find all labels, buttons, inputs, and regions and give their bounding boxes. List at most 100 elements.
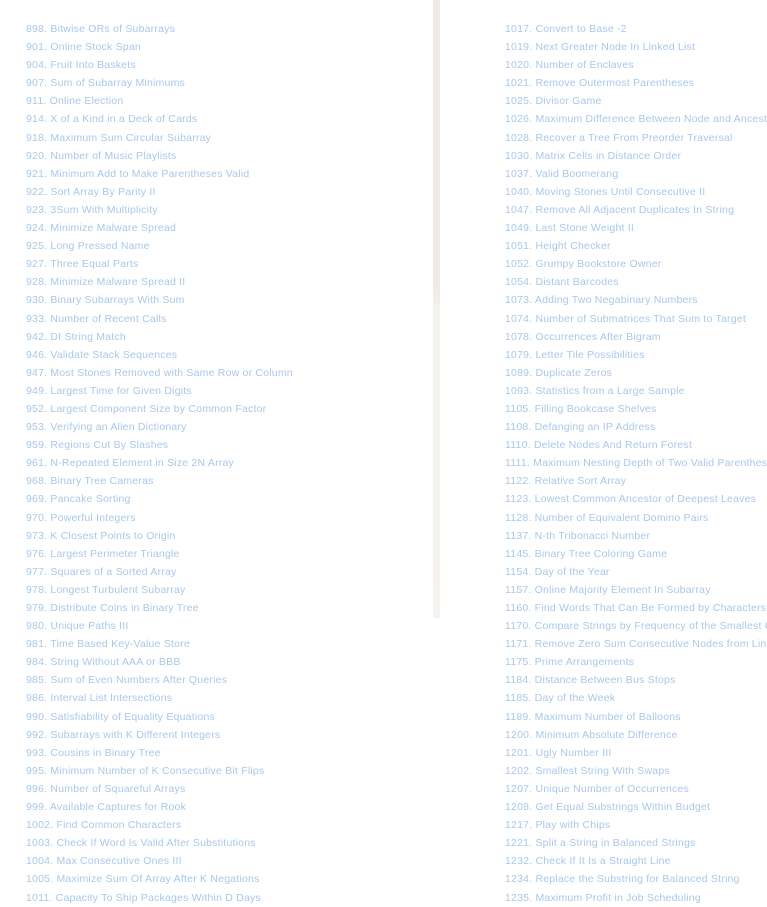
problem-list-item[interactable]: 1201. Ugly Number III <box>505 744 767 762</box>
problem-list-item[interactable]: 1154. Day of the Year <box>505 563 767 581</box>
problem-list-item[interactable]: 1054. Distant Barcodes <box>505 273 767 291</box>
problem-list-item[interactable]: 927. Three Equal Parts <box>26 255 426 273</box>
problem-list-item[interactable]: 973. K Closest Points to Origin <box>26 527 426 545</box>
problem-list-item[interactable]: 1145. Binary Tree Coloring Game <box>505 545 767 563</box>
problem-list-item[interactable]: 1110. Delete Nodes And Return Forest <box>505 436 767 454</box>
problem-list-item[interactable]: 1208. Get Equal Substrings Within Budget <box>505 798 767 816</box>
problem-list-item[interactable]: 992. Subarrays with K Different Integers <box>26 726 426 744</box>
problem-list-item[interactable]: 1040. Moving Stones Until Consecutive II <box>505 183 767 201</box>
problem-list-item[interactable]: 907. Sum of Subarray Minimums <box>26 74 426 92</box>
problem-list-item[interactable]: 914. X of a Kind in a Deck of Cards <box>26 110 426 128</box>
problem-list-item[interactable]: 921. Minimum Add to Make Parentheses Val… <box>26 165 426 183</box>
problem-list-item[interactable]: 1200. Minimum Absolute Difference <box>505 726 767 744</box>
problem-list-item[interactable]: 1020. Number of Enclaves <box>505 56 767 74</box>
problem-list-item[interactable]: 1037. Valid Boomerang <box>505 165 767 183</box>
problem-list-page: 898. Bitwise ORs of Subarrays 901. Online… <box>0 0 767 904</box>
problem-list-item[interactable]: 924. Minimize Malware Spread <box>26 219 426 237</box>
problem-list-item[interactable]: 901. Online Stock Span <box>26 38 426 56</box>
problem-list-item[interactable]: 942. DI String Match <box>26 328 426 346</box>
problem-list-item[interactable]: 980. Unique Paths III <box>26 617 426 635</box>
problem-list-item[interactable]: 984. String Without AAA or BBB <box>26 653 426 671</box>
problem-list-item[interactable]: 922. Sort Array By Parity II <box>26 183 426 201</box>
problem-list-item[interactable]: 1051. Height Checker <box>505 237 767 255</box>
problem-list-item[interactable]: 1137. N-th Tribonacci Number <box>505 527 767 545</box>
problem-list-item[interactable]: 1128. Number of Equivalent Domino Pairs <box>505 509 767 527</box>
problem-list-item[interactable]: 990. Satisfiability of Equality Equation… <box>26 708 426 726</box>
problem-list-item[interactable]: 925. Long Pressed Name <box>26 237 426 255</box>
problem-list-item[interactable]: 985. Sum of Even Numbers After Queries <box>26 671 426 689</box>
problem-list-item[interactable]: 1235. Maximum Profit in Job Scheduling <box>505 889 767 907</box>
problem-list-item[interactable]: 976. Largest Perimeter Triangle <box>26 545 426 563</box>
problem-list-item[interactable]: 1122. Relative Sort Array <box>505 472 767 490</box>
problem-list-item[interactable]: 1026. Maximum Difference Between Node an… <box>505 110 767 128</box>
problem-list-item[interactable]: 952. Largest Component Size by Common Fa… <box>26 400 426 418</box>
problem-list-item[interactable]: 1078. Occurrences After Bigram <box>505 328 767 346</box>
problem-list-item[interactable]: 968. Binary Tree Cameras <box>26 472 426 490</box>
problem-list-item[interactable]: 1175. Prime Arrangements <box>505 653 767 671</box>
problem-list-item[interactable]: 947. Most Stones Removed with Same Row o… <box>26 364 426 382</box>
problem-list-item[interactable]: 1052. Grumpy Bookstore Owner <box>505 255 767 273</box>
problem-list-item[interactable]: 977. Squares of a Sorted Array <box>26 563 426 581</box>
problem-list-item[interactable]: 993. Cousins in Binary Tree <box>26 744 426 762</box>
problem-list-item[interactable]: 1170. Compare Strings by Frequency of th… <box>505 617 767 635</box>
problem-list-item[interactable]: 953. Verifying an Alien Dictionary <box>26 418 426 436</box>
problem-list-item[interactable]: 1123. Lowest Common Ancestor of Deepest … <box>505 490 767 508</box>
problem-list-item[interactable]: 1003. Check If Word Is Valid After Subst… <box>26 834 426 852</box>
problem-list-item[interactable]: 978. Longest Turbulent Subarray <box>26 581 426 599</box>
problem-list-item[interactable]: 1089. Duplicate Zeros <box>505 364 767 382</box>
problem-list-item[interactable]: 920. Number of Music Playlists <box>26 147 426 165</box>
problem-list-item[interactable]: 1207. Unique Number of Occurrences <box>505 780 767 798</box>
problem-list-item[interactable]: 1232. Check If It Is a Straight Line <box>505 852 767 870</box>
problem-list-item[interactable]: 928. Minimize Malware Spread II <box>26 273 426 291</box>
problem-list-item[interactable]: 959. Regions Cut By Slashes <box>26 436 426 454</box>
problem-list-item[interactable]: 970. Powerful Integers <box>26 509 426 527</box>
problem-list-item[interactable]: 1030. Matrix Cells in Distance Order <box>505 147 767 165</box>
problem-list-item[interactable]: 1011. Capacity To Ship Packages Within D… <box>26 889 426 907</box>
problem-list-item[interactable]: 1025. Divisor Game <box>505 92 767 110</box>
problem-list-item[interactable]: 1002. Find Common Characters <box>26 816 426 834</box>
problem-list-item[interactable]: 1105. Filling Bookcase Shelves <box>505 400 767 418</box>
problem-list-item[interactable]: 981. Time Based Key-Value Store <box>26 635 426 653</box>
problem-list-item[interactable]: 918. Maximum Sum Circular Subarray <box>26 129 426 147</box>
problem-list-item[interactable]: 1184. Distance Between Bus Stops <box>505 671 767 689</box>
problem-list-item[interactable]: 1004. Max Consecutive Ones III <box>26 852 426 870</box>
problem-list-item[interactable]: 1157. Online Majority Element In Subarra… <box>505 581 767 599</box>
problem-list-item[interactable]: 996. Number of Squareful Arrays <box>26 780 426 798</box>
problem-list-item[interactable]: 1074. Number of Submatrices That Sum to … <box>505 310 767 328</box>
problem-list-item[interactable]: 1221. Split a String in Balanced Strings <box>505 834 767 852</box>
problem-list-item[interactable]: 946. Validate Stack Sequences <box>26 346 426 364</box>
problem-list-item[interactable]: 979. Distribute Coins in Binary Tree <box>26 599 426 617</box>
problem-list-item[interactable]: 1021. Remove Outermost Parentheses <box>505 74 767 92</box>
problem-list-item[interactable]: 1108. Defanging an IP Address <box>505 418 767 436</box>
problem-list-item[interactable]: 1093. Statistics from a Large Sample <box>505 382 767 400</box>
problem-list-item[interactable]: 986. Interval List Intersections <box>26 689 426 707</box>
problem-list-item[interactable]: 1079. Letter Tile Possibilities <box>505 346 767 364</box>
problem-list-item[interactable]: 961. N-Repeated Element in Size 2N Array <box>26 454 426 472</box>
problem-list-item[interactable]: 1028. Recover a Tree From Preorder Trave… <box>505 129 767 147</box>
problem-list-item[interactable]: 930. Binary Subarrays With Sum <box>26 291 426 309</box>
problem-list-item[interactable]: 1202. Smallest String With Swaps <box>505 762 767 780</box>
problem-list-item[interactable]: 1234. Replace the Substring for Balanced… <box>505 870 767 888</box>
problem-list-item[interactable]: 995. Minimum Number of K Consecutive Bit… <box>26 762 426 780</box>
problem-list-item[interactable]: 1160. Find Words That Can Be Formed by C… <box>505 599 767 617</box>
problem-list-item[interactable]: 1047. Remove All Adjacent Duplicates In … <box>505 201 767 219</box>
problem-list-item[interactable]: 1049. Last Stone Weight II <box>505 219 767 237</box>
problem-list-item[interactable]: 1005. Maximize Sum Of Array After K Nega… <box>26 870 426 888</box>
problem-list-item[interactable]: 1217. Play with Chips <box>505 816 767 834</box>
problem-list-item[interactable]: 949. Largest Time for Given Digits <box>26 382 426 400</box>
problem-list-item[interactable]: 999. Available Captures for Rook <box>26 798 426 816</box>
problem-list-item[interactable]: 911. Online Election <box>26 92 426 110</box>
problem-list-item[interactable]: 904. Fruit Into Baskets <box>26 56 426 74</box>
problem-list-item[interactable]: 1111. Maximum Nesting Depth of Two Valid… <box>505 454 767 472</box>
column-divider <box>433 0 440 618</box>
problem-list-item[interactable]: 1171. Remove Zero Sum Consecutive Nodes … <box>505 635 767 653</box>
problem-list-item[interactable]: 933. Number of Recent Calls <box>26 310 426 328</box>
problem-list-item[interactable]: 923. 3Sum With Multiplicity <box>26 201 426 219</box>
problem-list-item[interactable]: 1185. Day of the Week <box>505 689 767 707</box>
problem-list-item[interactable]: 1017. Convert to Base -2 <box>505 20 767 38</box>
problem-list-item[interactable]: 1019. Next Greater Node In Linked List <box>505 38 767 56</box>
problem-list-item[interactable]: 898. Bitwise ORs of Subarrays <box>26 20 426 38</box>
problem-list-item[interactable]: 1189. Maximum Number of Balloons <box>505 708 767 726</box>
problem-list-item[interactable]: 969. Pancake Sorting <box>26 490 426 508</box>
problem-list-item[interactable]: 1073. Adding Two Negabinary Numbers <box>505 291 767 309</box>
